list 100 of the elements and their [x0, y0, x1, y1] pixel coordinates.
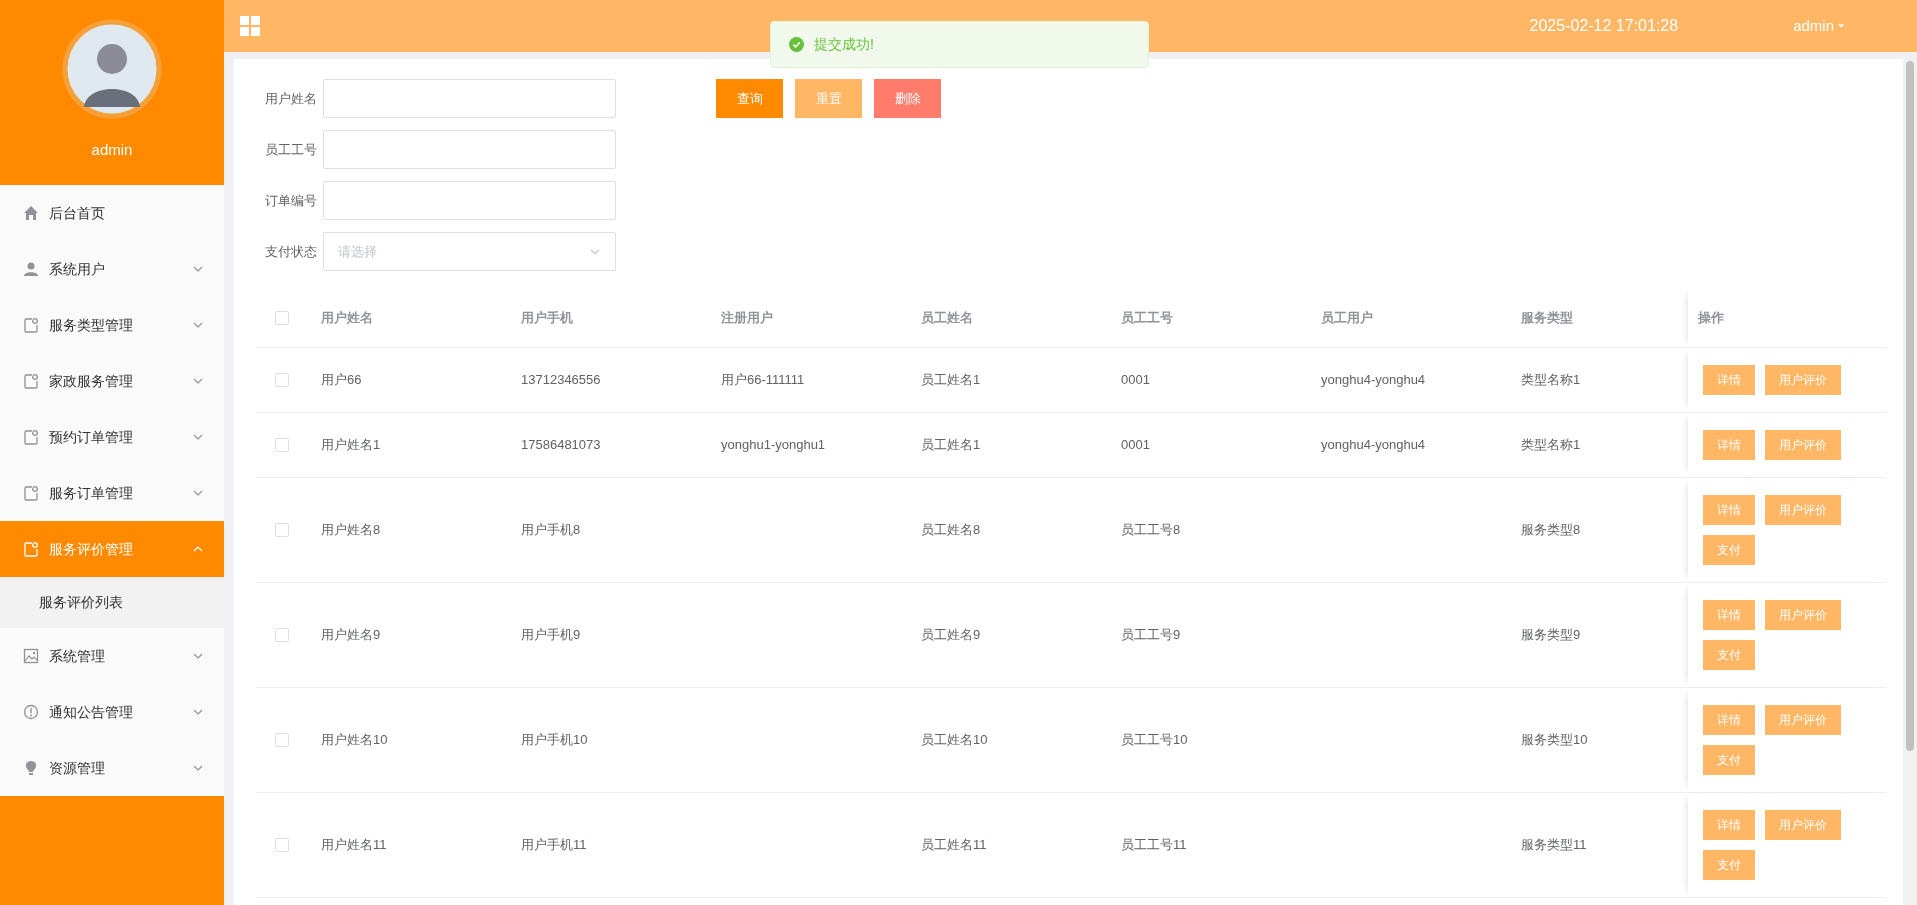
checkbox[interactable] — [275, 373, 289, 387]
input-field[interactable] — [323, 181, 616, 220]
checkbox[interactable] — [275, 523, 289, 537]
row-action-button[interactable]: 用户评价 — [1765, 495, 1841, 525]
sidebar-item[interactable]: 通知公告管理 — [0, 684, 224, 740]
checkbox[interactable] — [275, 310, 289, 325]
table-cell-text: 用户姓名11 — [320, 836, 388, 855]
alert-circle-icon — [23, 704, 39, 720]
header-datetime: 2025-02-12 17:01:28 — [1529, 16, 1679, 36]
row-action-button[interactable]: 支付 — [1703, 745, 1755, 775]
document-icon — [23, 373, 39, 389]
table-cell-text: yonghu4-yonghu4 — [1320, 436, 1427, 455]
table-cell-text: 员工工号11 — [1120, 836, 1188, 855]
column-header: 服务类型 — [1520, 308, 1574, 327]
row-action-button[interactable]: 支付 — [1703, 535, 1755, 565]
sidebar-item[interactable]: 家政服务管理 — [0, 353, 224, 409]
document-icon — [23, 429, 39, 445]
column-header: 用户姓名 — [320, 308, 374, 327]
row-action-button[interactable]: 用户评价 — [1765, 365, 1841, 395]
image-icon — [23, 648, 39, 664]
sidebar-item[interactable]: 预约订单管理 — [0, 409, 224, 465]
checkbox[interactable] — [275, 838, 289, 852]
user-icon — [23, 261, 39, 277]
row-action-button[interactable]: 用户评价 — [1765, 705, 1841, 735]
field-label: 用户姓名 — [264, 89, 317, 108]
column-header: 员工姓名 — [920, 308, 974, 327]
input-field[interactable] — [323, 79, 616, 118]
table-cell-text: 员工工号10 — [1120, 731, 1189, 750]
table-cell-text: 类型名称1 — [1520, 371, 1582, 390]
table-cell-text: 服务类型9 — [1520, 626, 1582, 645]
row-action-button[interactable]: 详情 — [1703, 495, 1755, 525]
row-action-button[interactable]: 详情 — [1703, 705, 1755, 735]
checkbox[interactable] — [275, 733, 289, 747]
field-label: 订单编号 — [264, 191, 317, 210]
table-cell-text: 员工姓名11 — [920, 836, 988, 855]
table-cell-text: 用户姓名10 — [320, 731, 389, 750]
row-action-button[interactable]: 详情 — [1703, 600, 1755, 630]
avatar-icon — [62, 19, 162, 119]
column-header: 员工工号 — [1120, 308, 1174, 327]
user-menu[interactable]: admin — [1793, 14, 1845, 38]
row-action-button[interactable]: 详情 — [1703, 810, 1755, 840]
table-cell-text: 用户手机11 — [520, 836, 588, 855]
table-cell-text: 服务类型11 — [1520, 836, 1588, 855]
submenu-item[interactable]: 服务评价列表 — [0, 577, 224, 628]
sidebar-item[interactable]: 资源管理 — [0, 740, 224, 796]
sidebar-item[interactable]: 系统用户 — [0, 241, 224, 297]
row-action-button[interactable]: 用户评价 — [1765, 600, 1841, 630]
table-cell-text: 员工姓名1 — [920, 436, 982, 455]
sidebar-item[interactable]: 系统管理 — [0, 628, 224, 684]
checkbox[interactable] — [275, 438, 289, 452]
row-action-button[interactable]: 用户评价 — [1765, 810, 1841, 840]
select-field[interactable]: 请选择 — [323, 232, 616, 271]
checkbox[interactable] — [275, 628, 289, 642]
document-icon — [23, 317, 39, 333]
field-label: 员工工号 — [264, 140, 317, 159]
field-label: 支付状态 — [264, 242, 317, 261]
bulb-icon — [23, 760, 39, 776]
input-field[interactable] — [323, 130, 616, 169]
action-button[interactable]: 重置 — [795, 79, 862, 118]
table-cell-text: 13712346556 — [520, 371, 602, 390]
table-cell-text: 员工姓名9 — [920, 626, 982, 645]
table-cell-text: 服务类型10 — [1520, 731, 1589, 750]
success-icon — [789, 37, 804, 52]
scrollbar-thumb[interactable] — [1906, 61, 1914, 751]
table-cell-text: yonghu1-yonghu1 — [720, 436, 827, 455]
table-cell-text: 用户手机10 — [520, 731, 589, 750]
table-cell-text: 员工姓名8 — [920, 521, 982, 540]
column-header: 用户手机 — [520, 308, 574, 327]
row-action-button[interactable]: 支付 — [1703, 850, 1755, 880]
sidebar-item[interactable]: 服务评价管理 — [0, 521, 224, 577]
document-icon — [23, 541, 39, 557]
menu-icon[interactable] — [240, 16, 260, 36]
table-cell-text: 员工工号9 — [1120, 626, 1182, 645]
table-cell-text: 0001 — [1120, 371, 1151, 390]
caret-icon — [1837, 22, 1845, 30]
row-action-button[interactable]: 详情 — [1703, 365, 1755, 395]
table-cell-text: 员工姓名10 — [920, 731, 989, 750]
table-cell-text: 类型名称1 — [1520, 436, 1582, 455]
row-action-button[interactable]: 用户评价 — [1765, 430, 1841, 460]
table-cell-text: yonghu4-yonghu4 — [1320, 371, 1427, 390]
table-cell-text: 员工工号8 — [1120, 521, 1182, 540]
table-cell-text: 用户姓名1 — [320, 436, 382, 455]
sidebar-item[interactable]: 服务订单管理 — [0, 465, 224, 521]
row-action-button[interactable]: 详情 — [1703, 430, 1755, 460]
sidebar-item[interactable]: 服务类型管理 — [0, 297, 224, 353]
action-button[interactable]: 查询 — [716, 79, 783, 118]
column-header: 注册用户 — [720, 308, 774, 327]
column-header: 员工用户 — [1320, 308, 1374, 327]
table-cell-text: 用户66 — [320, 371, 363, 390]
sidebar-item[interactable]: 后台首页 — [0, 185, 224, 241]
username: admin — [91, 140, 133, 160]
action-button[interactable]: 删除 — [874, 79, 941, 118]
home-icon — [23, 205, 39, 221]
table-cell-text: 用户手机9 — [520, 626, 582, 645]
toast-message: 提交成功! — [814, 35, 874, 54]
table-cell-text: 17586481073 — [520, 436, 602, 455]
table-cell-text: 员工姓名1 — [920, 371, 982, 390]
column-header: 操作 — [1688, 288, 1886, 347]
table-cell-text: 用户手机8 — [520, 521, 582, 540]
row-action-button[interactable]: 支付 — [1703, 640, 1755, 670]
